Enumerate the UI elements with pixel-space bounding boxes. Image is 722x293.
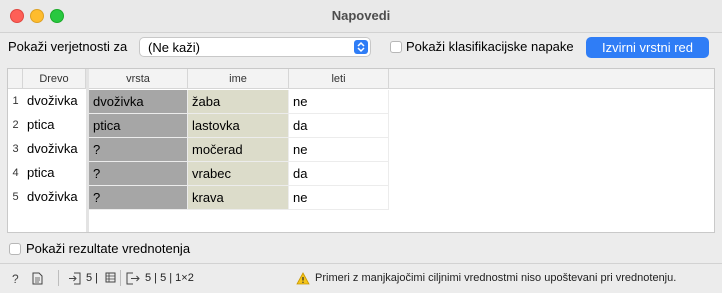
cell-ime[interactable]: krava (188, 186, 289, 210)
cell-vrsta[interactable]: ? (89, 186, 188, 210)
tables-area: Drevo 1 dvoživka 2 ptica 3 dvoživka 4 ptica 5 dvo… (7, 68, 715, 233)
output-summary: 5 | 5 | 1×2 (145, 272, 194, 284)
prediction-cell[interactable]: ptica (27, 165, 85, 180)
cell-leti[interactable]: ne (289, 186, 389, 210)
row-number[interactable]: 5 (8, 191, 23, 203)
predictions-table[interactable]: Drevo 1 dvoživka 2 ptica 3 dvoživka 4 ptica 5 dvo… (8, 69, 87, 232)
row-number[interactable]: 3 (8, 143, 23, 155)
cell-vrsta[interactable]: ? (89, 138, 188, 162)
prediction-cell[interactable]: dvoživka (27, 141, 85, 156)
show-evaluation-checkbox[interactable] (9, 243, 21, 255)
output-data-icon (126, 272, 140, 288)
cell-leti[interactable]: da (289, 114, 389, 138)
original-order-button[interactable]: Izvirni vrstni red (586, 37, 709, 58)
cell-ime[interactable]: lastovka (188, 114, 289, 138)
predictions-window: Napovedi Pokaži verjetnosti za (Ne kaži)… (0, 0, 722, 293)
column-header-ime[interactable]: ime (188, 69, 289, 89)
show-errors-checkbox[interactable] (390, 41, 402, 53)
cell-ime[interactable]: žaba (188, 90, 289, 114)
predictions-header-drevo[interactable]: Drevo (23, 69, 86, 89)
status-bar: ? 5 | 5 | 5 | 1×2 Primeri z manjkajočimi… (0, 263, 722, 293)
window-title: Napovedi (331, 8, 391, 23)
warning-icon (296, 272, 310, 288)
show-errors-label[interactable]: Pokaži klasifikacijske napake (406, 39, 574, 54)
prediction-cell[interactable]: dvoživka (27, 189, 85, 204)
cell-leti[interactable]: ne (289, 138, 389, 162)
column-header-vrsta[interactable]: vrsta (89, 69, 188, 89)
help-icon[interactable]: ? (12, 272, 19, 286)
probabilities-select-value: (Ne kaži) (148, 40, 201, 55)
probabilities-label: Pokaži verjetnosti za (8, 39, 128, 54)
column-header-empty (389, 69, 714, 89)
input-summary: 5 | (86, 272, 99, 284)
table-icon (105, 272, 116, 286)
row-number[interactable]: 1 (8, 95, 23, 107)
warning-message: Primeri z manjkajočimi ciljnimi vrednost… (315, 272, 677, 284)
cell-vrsta[interactable]: ? (89, 162, 188, 186)
cell-leti[interactable]: da (289, 162, 389, 186)
row-number[interactable]: 4 (8, 167, 23, 179)
cell-leti[interactable]: ne (289, 90, 389, 114)
prediction-cell[interactable]: dvoživka (27, 93, 85, 108)
cell-vrsta[interactable]: ptica (89, 114, 188, 138)
probabilities-select[interactable]: (Ne kaži) (139, 37, 371, 57)
cell-vrsta[interactable]: dvoživka (89, 90, 188, 114)
title-bar: Napovedi (0, 0, 722, 33)
input-data-icon (68, 272, 82, 288)
select-arrows-icon (354, 40, 368, 54)
prediction-cell[interactable]: ptica (27, 117, 85, 132)
column-header-leti[interactable]: leti (289, 69, 389, 89)
row-number[interactable]: 2 (8, 119, 23, 131)
data-table[interactable]: vrsta ime leti dvoživka žaba ne ptica lastov… (89, 69, 714, 232)
cell-ime[interactable]: vrabec (188, 162, 289, 186)
show-evaluation-label[interactable]: Pokaži rezultate vrednotenja (26, 241, 190, 256)
cell-ime[interactable]: močerad (188, 138, 289, 162)
report-icon[interactable] (32, 272, 43, 288)
row-header-corner (8, 69, 23, 89)
controls-bar: Pokaži verjetnosti za (Ne kaži) Pokaži k… (0, 32, 722, 62)
